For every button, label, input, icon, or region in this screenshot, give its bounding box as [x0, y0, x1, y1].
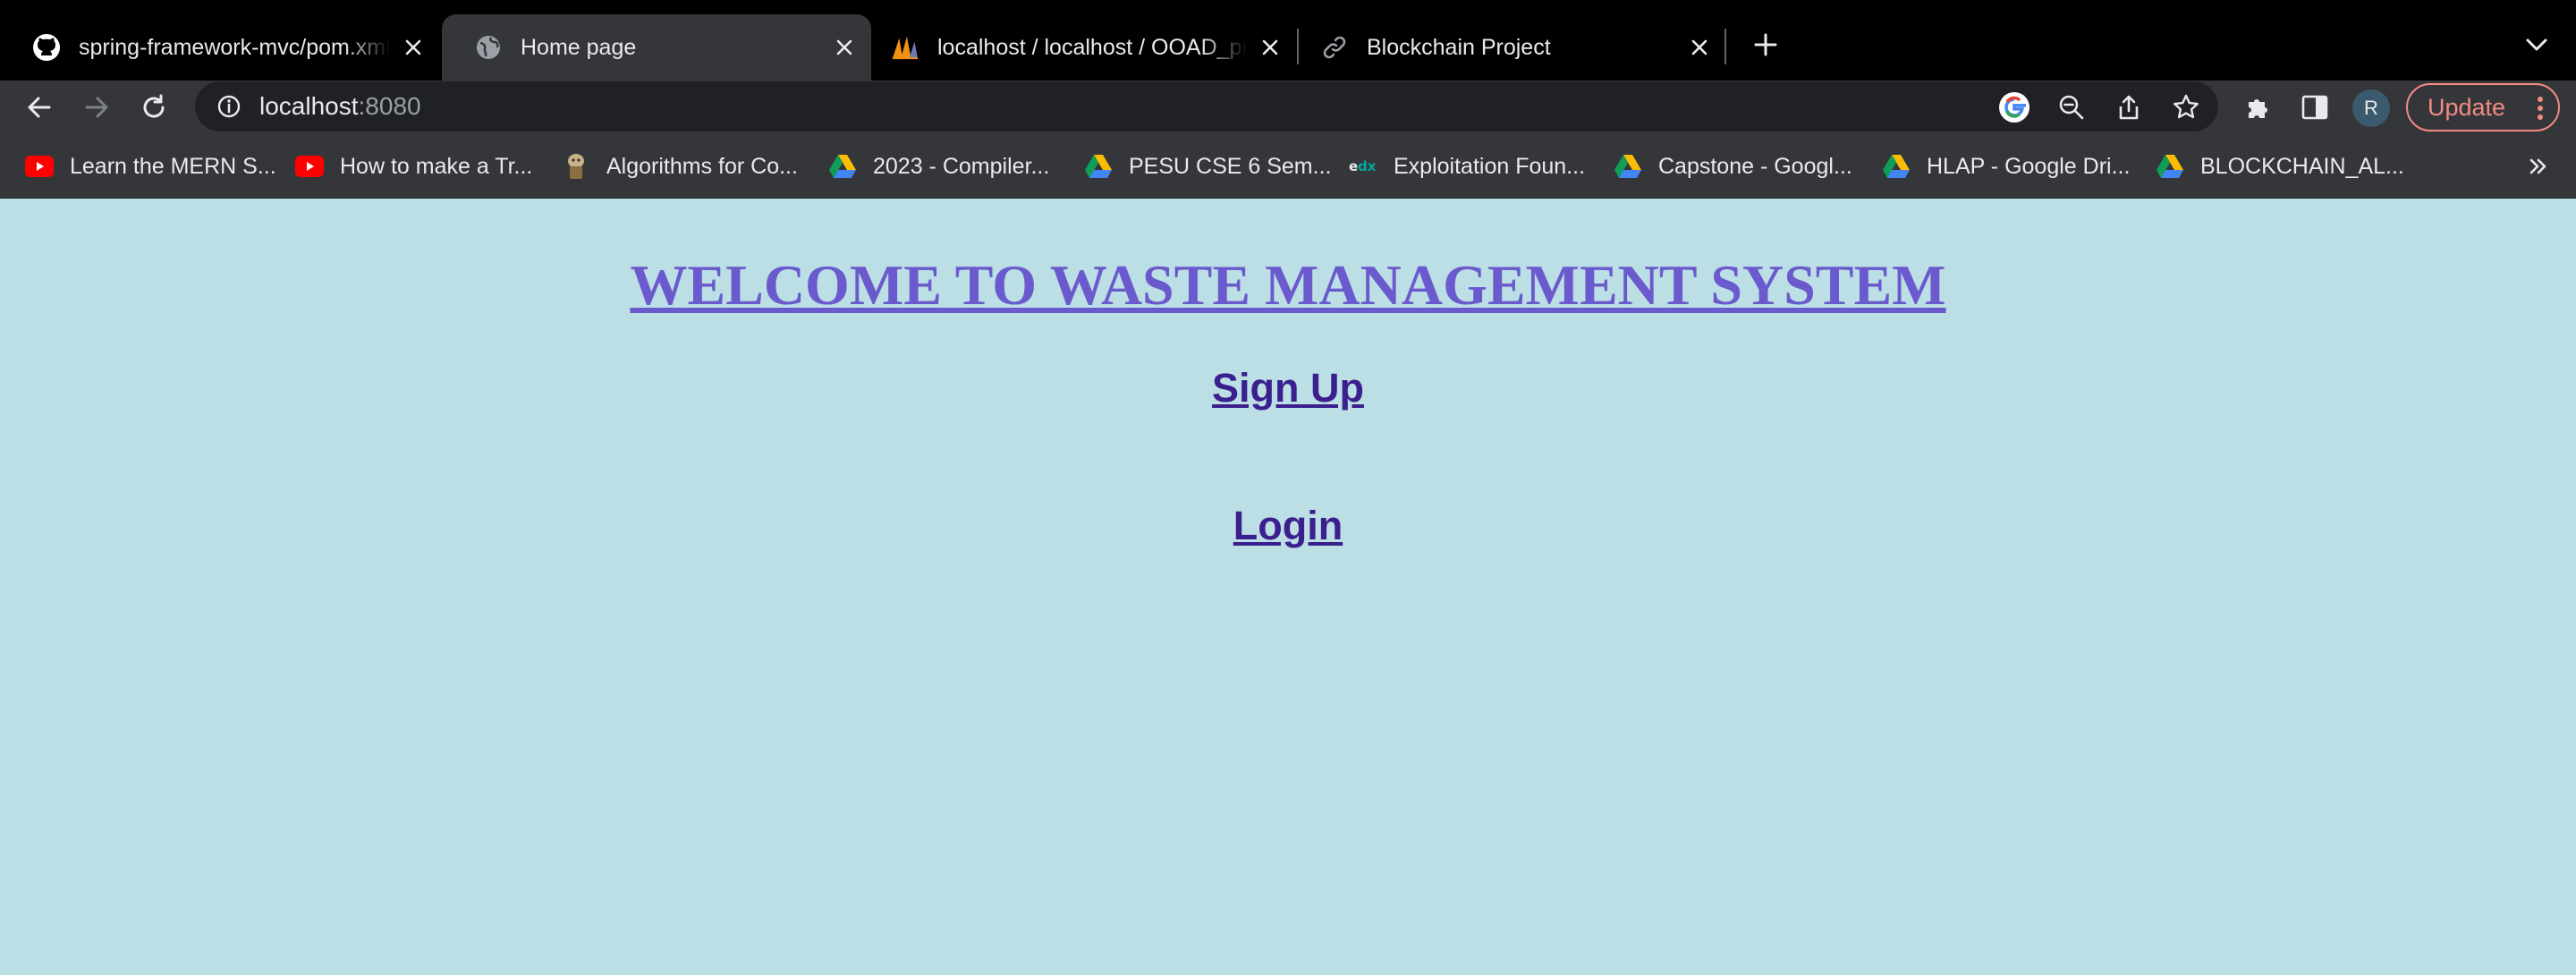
reload-button[interactable] — [132, 86, 175, 129]
phpmyadmin-icon — [891, 33, 919, 62]
bookmark-label: Capstone - Googl... — [1658, 153, 1852, 179]
arrow-right-icon — [85, 97, 108, 118]
google-drive-icon — [1084, 152, 1113, 181]
book-icon — [562, 152, 590, 181]
update-button[interactable]: Update — [2406, 83, 2560, 131]
bookmark-item[interactable]: Capstone - Googl... — [1614, 147, 1852, 186]
double-chevron-right-icon — [2529, 158, 2546, 174]
bookmark-item[interactable]: HLAP - Google Dri... — [1882, 147, 2130, 186]
bookmark-item[interactable]: e dx Exploitation Foun... — [1349, 147, 1585, 186]
bookmark-item[interactable]: 2023 - Compiler... — [828, 147, 1049, 186]
info-icon[interactable] — [211, 89, 247, 124]
url-port: :8080 — [358, 92, 421, 120]
tab-home-page[interactable]: Home page — [442, 14, 871, 81]
tab-phpmyadmin[interactable]: localhost / localhost / OOAD_project — [859, 14, 1297, 81]
youtube-icon — [25, 152, 54, 181]
browser-toolbar: localhost:8080 R Update — [0, 81, 2576, 134]
zoom-button[interactable] — [2050, 86, 2093, 129]
bookmark-item[interactable]: How to make a Tr... — [295, 147, 532, 186]
tab-blockchain-project[interactable]: Blockchain Project — [1288, 14, 1726, 81]
svg-text:e: e — [1349, 158, 1358, 174]
bookmarks-overflow-button[interactable] — [2522, 150, 2555, 182]
tab-title: Home page — [521, 34, 637, 60]
update-label: Update — [2428, 93, 2506, 121]
tab-strip: spring-framework-mvc/pom.xml Home page l… — [0, 0, 2576, 81]
bookmark-item[interactable]: Algorithms for Co... — [562, 147, 798, 186]
bookmark-label: Learn the MERN S... — [70, 153, 276, 179]
profile-avatar[interactable]: R — [2352, 89, 2390, 127]
tab-search-button[interactable] — [2519, 27, 2555, 63]
close-icon[interactable] — [397, 31, 429, 64]
plus-icon — [1754, 33, 1777, 56]
page-title[interactable]: WELCOME TO WASTE MANAGEMENT SYSTEM — [0, 252, 2576, 318]
address-bar[interactable]: localhost:8080 — [195, 81, 2218, 131]
zoom-out-icon — [2059, 95, 2084, 120]
login-link[interactable]: Login — [0, 503, 2576, 549]
tab-title: Blockchain Project — [1367, 34, 1551, 60]
tab-title: spring-framework-mvc/pom.xml — [79, 34, 390, 60]
svg-text:dx: dx — [1358, 158, 1377, 174]
google-icon — [1999, 92, 2029, 123]
share-button[interactable] — [2107, 86, 2150, 129]
youtube-icon — [295, 152, 324, 181]
edx-icon: e dx — [1349, 152, 1377, 181]
forward-button[interactable] — [75, 86, 118, 129]
extensions-button[interactable] — [2236, 86, 2279, 129]
bookmark-item[interactable]: BLOCKCHAIN_AL... — [2156, 147, 2404, 186]
google-drive-icon — [828, 152, 857, 181]
bookmark-item[interactable]: PESU CSE 6 Sem... — [1084, 147, 1331, 186]
back-button[interactable] — [18, 86, 61, 129]
kebab-menu-icon — [2538, 97, 2543, 120]
share-icon — [2119, 95, 2139, 120]
link-icon — [1320, 33, 1349, 62]
url-text[interactable]: localhost:8080 — [259, 92, 421, 121]
bookmark-label: PESU CSE 6 Sem... — [1129, 153, 1332, 179]
bookmark-label: BLOCKCHAIN_AL... — [2200, 153, 2404, 179]
page-content: WELCOME TO WASTE MANAGEMENT SYSTEM Sign … — [0, 199, 2576, 975]
puzzle-icon — [2249, 99, 2267, 118]
bookmark-label: 2023 - Compiler... — [873, 153, 1050, 179]
google-drive-icon — [1882, 152, 1911, 181]
signup-link[interactable]: Sign Up — [0, 365, 2576, 411]
close-icon[interactable] — [1683, 31, 1716, 64]
globe-icon — [474, 33, 503, 62]
tab-github[interactable]: spring-framework-mvc/pom.xml — [0, 14, 440, 81]
side-panel-icon — [2301, 95, 2328, 120]
side-panel-button[interactable] — [2293, 86, 2336, 129]
bookmarks-bar: Learn the MERN S... How to make a Tr... … — [0, 134, 2576, 199]
close-icon[interactable] — [828, 31, 860, 64]
reload-icon — [143, 94, 165, 118]
tab-title: localhost / localhost / OOAD_project — [937, 34, 1247, 60]
bookmark-label: Exploitation Foun... — [1394, 153, 1586, 179]
url-host: localhost — [259, 92, 359, 120]
chevron-down-icon — [2526, 38, 2547, 51]
bookmark-label: How to make a Tr... — [340, 153, 533, 179]
star-icon — [2174, 94, 2199, 119]
arrow-left-icon — [28, 97, 51, 118]
google-drive-icon — [1614, 152, 1642, 181]
google-drive-icon — [2156, 152, 2184, 181]
github-icon — [32, 33, 61, 62]
bookmark-label: Algorithms for Co... — [606, 153, 798, 179]
google-lens-button[interactable] — [1993, 86, 2036, 129]
bookmark-label: HLAP - Google Dri... — [1927, 153, 2131, 179]
bookmark-item[interactable]: Learn the MERN S... — [25, 147, 276, 186]
bookmark-star-button[interactable] — [2165, 86, 2207, 129]
new-tab-button[interactable] — [1746, 25, 1785, 64]
tab-separator — [1724, 29, 1726, 64]
close-icon[interactable] — [1254, 31, 1286, 64]
